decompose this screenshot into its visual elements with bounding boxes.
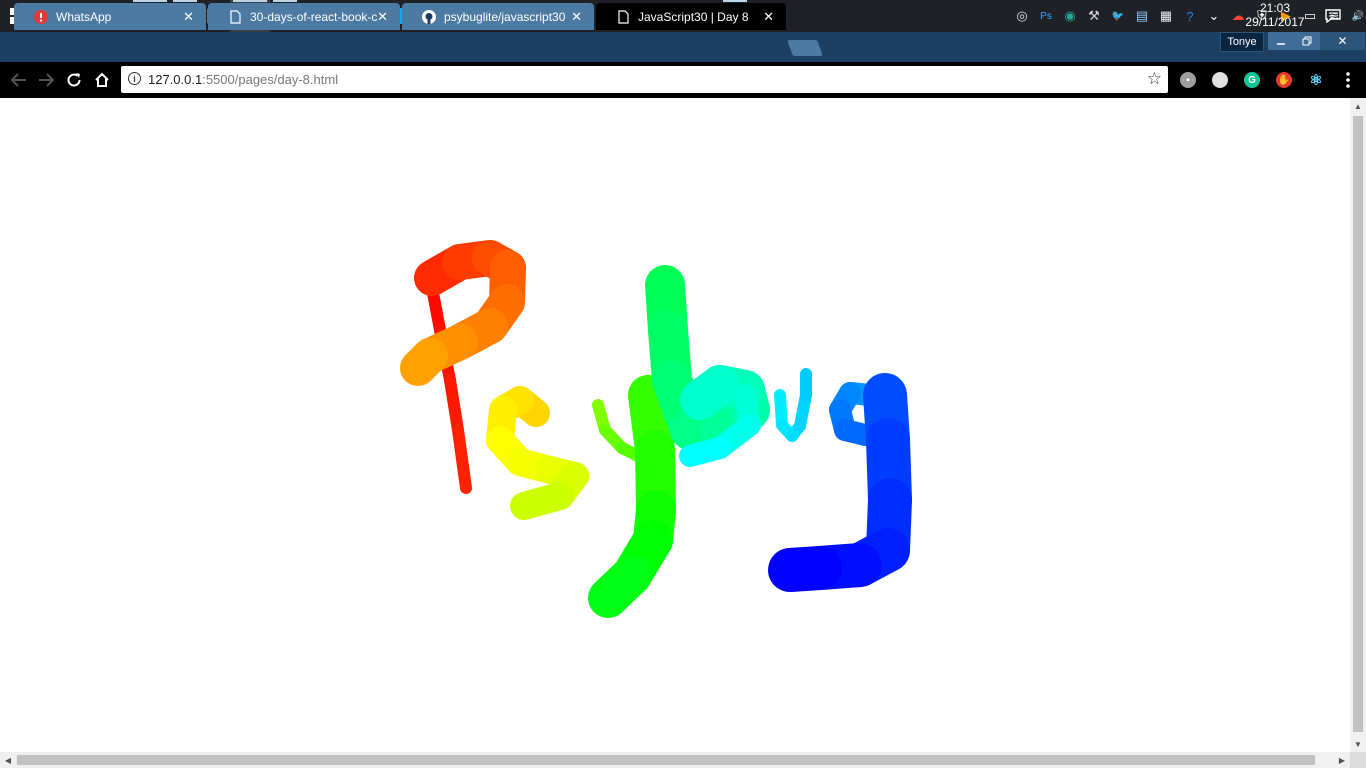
drawing-canvas[interactable] — [0, 98, 1350, 752]
tab-whatsapp[interactable]: WhatsApp ✕ — [14, 3, 206, 30]
photoshop-tray-icon[interactable]: Ps — [1034, 0, 1058, 32]
drawing-stroke-segment — [400, 338, 448, 386]
grammarly-icon[interactable]: G — [1244, 72, 1260, 88]
react-devtools-icon[interactable]: ⚛ — [1308, 72, 1324, 89]
drawing-stroke-segment — [680, 365, 740, 420]
close-tab-icon[interactable]: ✕ — [571, 9, 582, 25]
vertical-scrollbar[interactable]: ▲ ▼ — [1350, 98, 1366, 752]
system-clock[interactable]: 21:03 29/11/2017 — [1240, 1, 1310, 29]
forward-arrow-icon[interactable] — [35, 70, 57, 90]
github-icon — [422, 9, 436, 24]
profile-button[interactable]: Tonye — [1220, 32, 1264, 52]
browser-toolbar: i 127.0.0.1:5500/pages/day-8.html ☆ ▪ ○ G ✋… — [0, 62, 1366, 98]
page-viewport — [0, 98, 1350, 752]
close-window-icon[interactable]: ✕ — [1320, 32, 1365, 50]
scroll-left-icon[interactable]: ◀ — [0, 752, 16, 768]
drawing-stroke-segment — [768, 546, 842, 592]
chevron-up-icon[interactable]: ⌄ — [1202, 0, 1226, 32]
adblock-icon[interactable]: ✋ — [1276, 72, 1292, 88]
notes-tray-icon[interactable]: ▤ — [1130, 0, 1154, 32]
address-bar[interactable]: i 127.0.0.1:5500/pages/day-8.html ☆ — [121, 66, 1168, 93]
calculator-tray-icon[interactable]: ▦ — [1154, 0, 1178, 32]
tab-30-days-of-react[interactable]: 30-days-of-react-book-c ✕ — [208, 3, 400, 30]
tab-javascript30-day-8[interactable]: JavaScript30 | Day 8 ✕ — [596, 3, 786, 30]
scroll-right-icon[interactable]: ▶ — [1334, 752, 1350, 768]
chrome-menu-icon[interactable] — [1340, 70, 1356, 90]
page-icon — [228, 9, 242, 24]
drawing-stroke-segment — [588, 555, 652, 618]
scroll-thumb[interactable] — [1353, 116, 1363, 732]
twitter-tray-icon[interactable]: 🐦 — [1106, 0, 1130, 32]
scrollbar-corner — [1350, 752, 1366, 768]
system-tray: ◎Ps◉⚒🐦▤▦?⌄☁⛨▶▭≋🔊✎ — [1010, 0, 1366, 32]
scroll-thumb[interactable] — [17, 755, 1315, 765]
url-path: :5500/pages/day-8.html — [202, 72, 339, 87]
drawing-stroke-segment — [616, 442, 642, 461]
drawing-stroke-segment — [834, 419, 876, 446]
clock-date: 29/11/2017 — [1245, 15, 1305, 29]
drawing-stroke-segment — [452, 424, 472, 494]
tab-title: WhatsApp — [56, 9, 112, 24]
horizontal-scrollbar[interactable]: ◀ ▶ — [0, 752, 1350, 768]
help-tray-icon[interactable]: ? — [1178, 0, 1202, 32]
restore-window-icon[interactable] — [1294, 32, 1320, 50]
drawing-stroke-segment — [679, 437, 731, 467]
whatsapp-alert-icon — [34, 9, 48, 24]
close-tab-icon[interactable]: ✕ — [763, 9, 774, 25]
url-text: 127.0.0.1:5500/pages/day-8.html — [148, 72, 338, 87]
reload-icon[interactable] — [63, 70, 85, 90]
close-tab-icon[interactable]: ✕ — [183, 9, 194, 25]
bookmark-star-icon[interactable]: ☆ — [1147, 69, 1162, 89]
volume-tray-icon[interactable]: 🔊 — [1346, 0, 1366, 32]
back-arrow-icon[interactable] — [8, 70, 30, 90]
ext-photo-icon[interactable]: ▪ — [1180, 72, 1196, 88]
clock-time: 21:03 — [1259, 1, 1291, 15]
chrome-tray-icon[interactable]: ◎ — [1010, 0, 1034, 32]
action-center-icon[interactable] — [1318, 0, 1348, 32]
tab-title: 30-days-of-react-book-c — [250, 9, 378, 24]
minimize-window-icon[interactable] — [1268, 32, 1294, 50]
browser-tab-strip — [0, 32, 1366, 62]
drawing-stroke-segment — [444, 374, 464, 436]
tab-title: JavaScript30 | Day 8 — [638, 9, 749, 24]
new-tab-button[interactable] — [787, 40, 823, 56]
tab-github-javascript30[interactable]: psybuglite/javascript30 ✕ — [402, 3, 594, 30]
drawing-stroke-segment — [510, 482, 574, 520]
close-tab-icon[interactable]: ✕ — [377, 9, 388, 25]
tab-title: psybuglite/javascript30 — [444, 9, 566, 24]
scroll-up-icon[interactable]: ▲ — [1350, 98, 1366, 114]
url-host: 127.0.0.1 — [148, 72, 203, 87]
ext-circle-icon[interactable]: ○ — [1212, 72, 1228, 88]
site-info-icon[interactable]: i — [128, 72, 141, 85]
home-icon[interactable] — [91, 70, 113, 90]
scroll-down-icon[interactable]: ▼ — [1350, 736, 1366, 752]
page-icon — [616, 9, 630, 24]
app-tray-icon[interactable]: ◉ — [1058, 0, 1082, 32]
tools-tray-icon[interactable]: ⚒ — [1082, 0, 1106, 32]
